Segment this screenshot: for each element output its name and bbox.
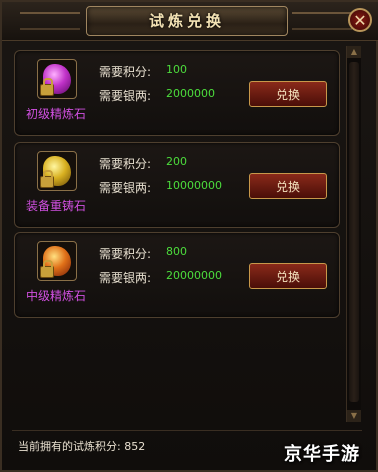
exchange-item-card: 装备重铸石 需要积分: 200 需要银两: 10000000 兑换: [14, 142, 340, 228]
points-value: 100: [166, 63, 187, 76]
item-name: 初级精炼石: [25, 107, 86, 121]
silver-value: 10000000: [166, 179, 222, 192]
item-slot[interactable]: [37, 151, 77, 191]
current-points-text: 当前拥有的试炼积分: 852: [18, 440, 146, 453]
item-name: 中级精炼石: [25, 289, 86, 303]
header-ornament-left: [20, 12, 80, 30]
points-label: 需要积分:: [99, 247, 152, 261]
lock-icon: [40, 260, 54, 278]
points-label: 需要积分:: [99, 65, 152, 79]
footer-divider: [12, 430, 362, 431]
window-title: 试炼兑换: [148, 12, 225, 30]
scroll-up-arrow-icon[interactable]: ▲: [347, 46, 361, 58]
header-ornament-right: [292, 12, 352, 30]
exchange-button[interactable]: 兑换: [249, 263, 327, 289]
points-label: 需要积分:: [99, 157, 152, 171]
silver-label: 需要银两:: [99, 181, 152, 195]
exchange-button[interactable]: 兑换: [249, 173, 327, 199]
exchange-button[interactable]: 兑换: [249, 81, 327, 107]
item-slot[interactable]: [37, 59, 77, 99]
scroll-down-arrow-icon[interactable]: ▼: [347, 410, 361, 422]
exchange-item-card: 初级精炼石 需要积分: 100 需要银两: 2000000 兑换: [14, 50, 340, 136]
item-name: 装备重铸石: [25, 199, 86, 213]
item-slot[interactable]: [37, 241, 77, 281]
silver-value: 20000000: [166, 269, 222, 282]
title-plate: 试炼兑换: [86, 6, 288, 36]
lock-icon: [40, 170, 54, 188]
silver-value: 2000000: [166, 87, 215, 100]
silver-label: 需要银两:: [99, 89, 152, 103]
exchange-item-card: 中级精炼石 需要积分: 800 需要银两: 20000000 兑换: [14, 232, 340, 318]
exchange-list: 初级精炼石 需要积分: 100 需要银两: 2000000 兑换 装备重铸石 需…: [8, 46, 340, 426]
points-value: 200: [166, 155, 187, 168]
close-button[interactable]: ✕: [348, 8, 372, 32]
watermark-text: 京华手游: [284, 444, 360, 465]
exchange-window: 试炼兑换 ✕ 初级精炼石 需要积分: 100 需要银两: 2000000 兑换 …: [0, 0, 378, 472]
window-header: 试炼兑换 ✕: [2, 2, 378, 41]
points-value: 800: [166, 245, 187, 258]
scroll-thumb[interactable]: [349, 62, 359, 402]
lock-icon: [40, 78, 54, 96]
list-scrollbar[interactable]: ▲ ▼: [346, 46, 361, 422]
silver-label: 需要银两:: [99, 271, 152, 285]
